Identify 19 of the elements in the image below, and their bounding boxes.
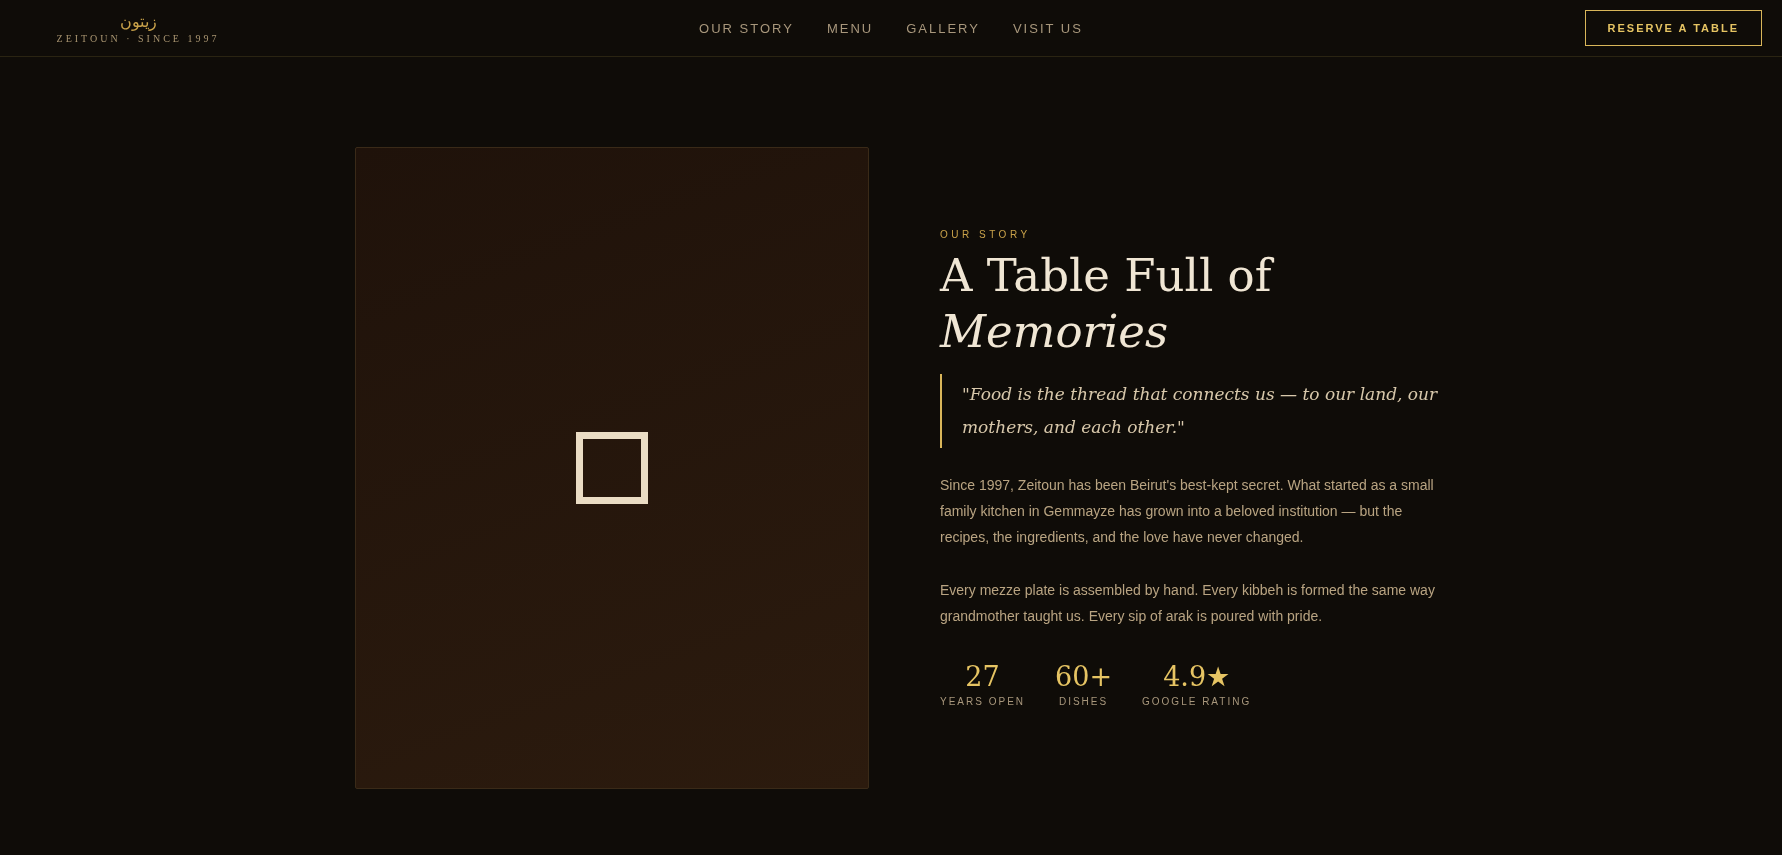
nav-link[interactable]: GALLERY (906, 20, 980, 36)
logo-arabic: زيتون (119, 12, 157, 31)
logo-text: ZEITOUN · SINCE 1997 (56, 32, 220, 44)
stat-label: GOOGLE RATING (1142, 696, 1252, 707)
stat-value: 4.9★ (1163, 660, 1231, 694)
stat-value: 60+ (1055, 660, 1112, 694)
square-icon (576, 432, 648, 504)
nav-link[interactable]: OUR STORY (699, 20, 794, 36)
stat-label: DISHES (1058, 696, 1109, 707)
paragraph: Since 1997, Zeitoun has been Beirut's best-kept secret. What started as a small family kitchen in Gemmayze has grown into a beloved institution — but the recipes, the ingredients, and the love have never changed. (940, 476, 1435, 547)
stat-value: 27 (965, 660, 1000, 694)
nav-link[interactable]: MENU (826, 20, 874, 36)
paragraph: Every mezze plate is assembled by hand. Every kibbeh is formed the same way grandmother taught us. Every sip of arak is poured with pride. (940, 581, 1436, 626)
headline: A Table Full of Memories (940, 248, 1275, 360)
reserve-button[interactable]: RESERVE A TABLE (1584, 10, 1762, 46)
quote: "Food is the thread that connects us — to our land, our mothers, and each other." (940, 374, 1440, 448)
nav-link[interactable]: VISIT US (1012, 20, 1083, 36)
stat-label: YEARS OPEN (940, 696, 1026, 707)
section-label: OUR STORY (940, 229, 1032, 240)
